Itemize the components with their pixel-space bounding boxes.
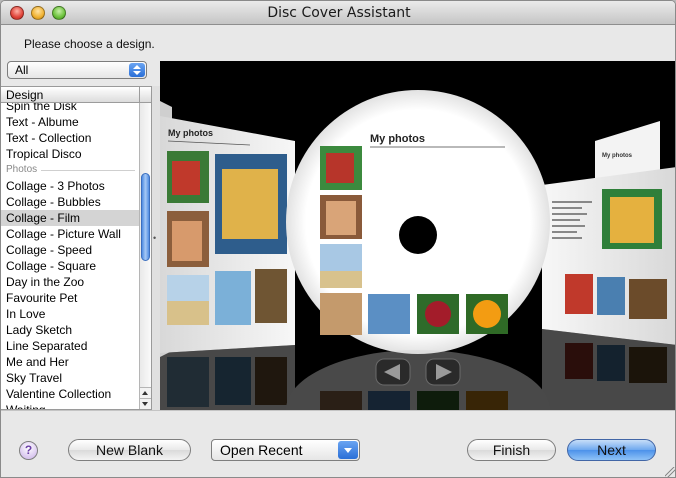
design-list-item[interactable]: Collage - 3 Photos: [1, 178, 139, 194]
finish-button[interactable]: Finish: [467, 439, 556, 461]
open-recent-label: Open Recent: [220, 442, 303, 458]
design-filter-value: All: [15, 63, 29, 77]
window-title: Disc Cover Assistant: [267, 5, 411, 21]
divider-grip-icon: •: [153, 233, 157, 243]
design-filter-select[interactable]: All: [7, 61, 147, 79]
disc-preview[interactable]: My photos: [286, 90, 550, 354]
new-blank-button[interactable]: New Blank: [68, 439, 191, 461]
design-list-item[interactable]: Collage - Speed: [1, 242, 139, 258]
header-corner: [139, 87, 151, 103]
design-list-item[interactable]: Tropical Disco: [1, 146, 139, 162]
design-list-item[interactable]: Collage - Square: [1, 258, 139, 274]
right-design-card[interactable]: [542, 167, 676, 345]
design-list-item[interactable]: Line Separated: [1, 338, 139, 354]
design-list-group-header: Photos: [1, 162, 139, 178]
design-list-item[interactable]: Sky Travel: [1, 370, 139, 386]
scrollbar-thumb[interactable]: [141, 173, 150, 261]
design-list-item[interactable]: In Love: [1, 306, 139, 322]
design-list-item[interactable]: Text - Albume: [1, 114, 139, 130]
title-bar: Disc Cover Assistant: [1, 1, 675, 25]
instruction-label: Please choose a design.: [24, 37, 155, 51]
open-recent-popup[interactable]: Open Recent: [211, 439, 360, 461]
split-view-divider[interactable]: •: [152, 86, 160, 410]
design-list-item[interactable]: Collage - Picture Wall: [1, 226, 139, 242]
select-arrows-icon: [129, 63, 145, 77]
design-preview-carousel: My photos My photos My photos: [160, 61, 676, 410]
design-list-item[interactable]: Lady Sketch: [1, 322, 139, 338]
help-button[interactable]: ?: [19, 441, 38, 460]
design-list-scrollbar[interactable]: [139, 103, 151, 409]
design-list-items: Spin the Disk Text - Albume Text - Collect…: [1, 98, 139, 409]
chevron-down-icon: [338, 441, 358, 459]
next-button[interactable]: Next: [567, 439, 656, 461]
carousel-next-button[interactable]: [425, 358, 461, 386]
right-back-card-title: My photos: [602, 153, 633, 159]
resize-grip-icon[interactable]: [665, 467, 675, 477]
design-list-item[interactable]: Waiting: [1, 402, 139, 409]
bottom-button-bar: ? New Blank Open Recent Finish Next: [1, 410, 675, 477]
design-list-item[interactable]: Me and Her: [1, 354, 139, 370]
scroll-down-arrow-icon[interactable]: [140, 398, 151, 409]
design-list-item[interactable]: Favourite Pet: [1, 290, 139, 306]
carousel-previous-button[interactable]: [375, 358, 411, 386]
design-list-item[interactable]: Collage - Bubbles: [1, 194, 139, 210]
design-column-header-label: Design: [6, 88, 44, 102]
design-list-item[interactable]: Day in the Zoo: [1, 274, 139, 290]
disc-title: My photos: [370, 133, 425, 145]
left-design-card[interactable]: My photos: [160, 116, 295, 353]
design-list[interactable]: Spin the Disk Text - Albume Text - Collect…: [1, 86, 152, 410]
preview-scene: My photos My photos My photos: [160, 90, 676, 410]
design-list-item[interactable]: Text - Collection: [1, 130, 139, 146]
design-list-item[interactable]: Valentine Collection: [1, 386, 139, 402]
disc-cover-assistant-window: Disc Cover Assistant Please choose a des…: [0, 0, 676, 478]
design-column-header[interactable]: Design: [1, 87, 151, 103]
left-card-title: My photos: [168, 128, 213, 138]
design-list-item[interactable]: Collage - Film: [1, 210, 139, 226]
scroll-up-arrow-icon[interactable]: [140, 387, 151, 398]
